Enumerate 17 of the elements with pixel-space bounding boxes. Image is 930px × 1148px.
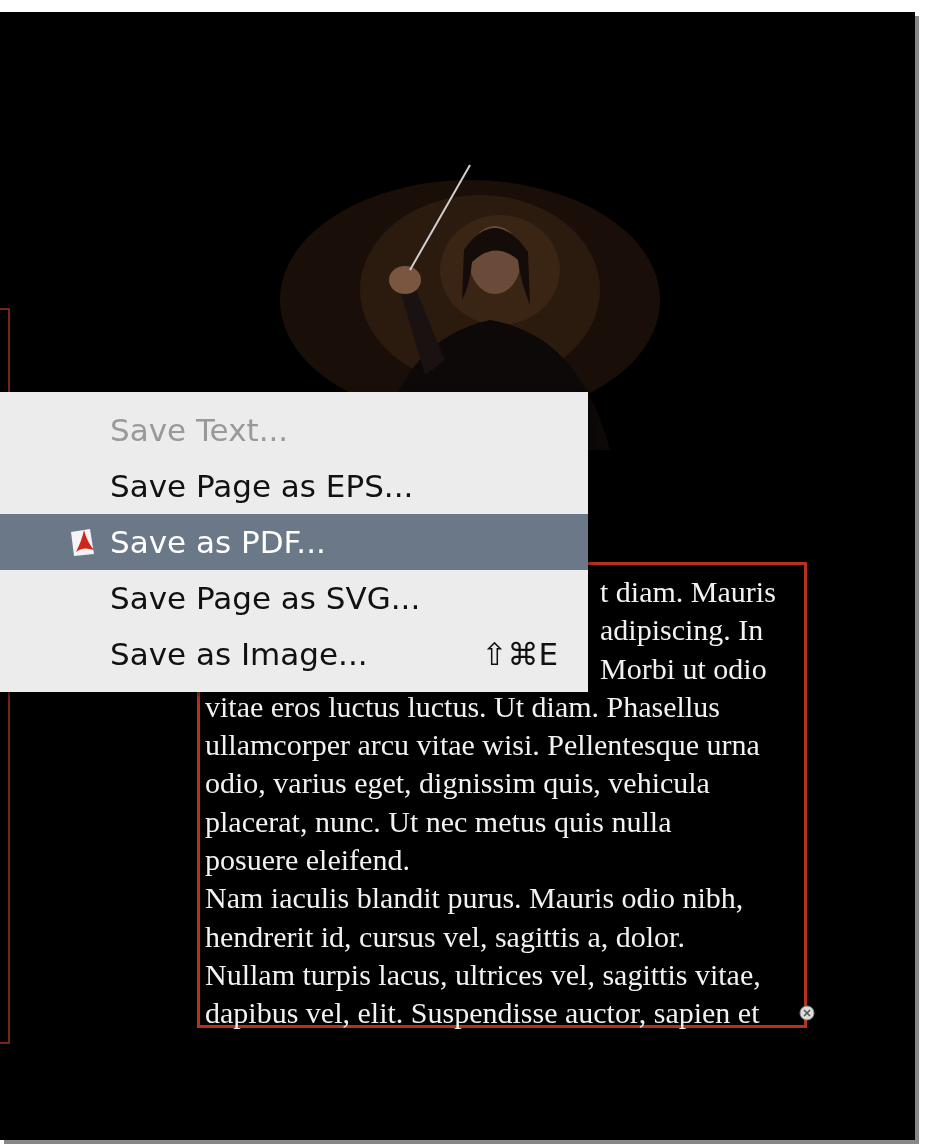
menu-item[interactable]: Save as PDF... xyxy=(0,514,588,570)
body-text-line: ullamcorper arcu vitae wisi. Pellentesque urna xyxy=(205,727,760,764)
menu-item[interactable]: Save Page as EPS... xyxy=(0,458,588,514)
menu-item[interactable]: Save as Image... ⇧⌘E xyxy=(0,626,588,682)
body-text-line: adipiscing. In xyxy=(600,612,764,649)
body-text-line: vitae eros luctus luctus. Ut diam. Phasellus xyxy=(205,688,720,725)
body-text-line: Nullam turpis lacus, ultrices vel, sagittis vitae, xyxy=(205,956,761,993)
menu-item[interactable]: Save Page as SVG... xyxy=(0,570,588,626)
resize-handle-icon[interactable] xyxy=(799,1005,815,1021)
body-text-line: t diam. Mauris xyxy=(600,574,776,610)
body-text-line: placerat, nunc. Ut nec metus quis nulla xyxy=(205,803,672,840)
body-text-line: dapibus vel, elit. Suspendisse auctor, sapien et xyxy=(205,995,760,1032)
body-text-line: hendrerit id, cursus vel, sagittis a, dolor. xyxy=(205,918,685,955)
body-text-line: posuere eleifend. xyxy=(205,842,410,879)
body-text-line: odio, varius eget, dignissim quis, vehicula xyxy=(205,765,710,802)
body-text-line: Nam iaculis blandit purus. Mauris odio nibh, xyxy=(205,880,744,917)
body-text-line: Morbi ut odio xyxy=(600,650,767,687)
